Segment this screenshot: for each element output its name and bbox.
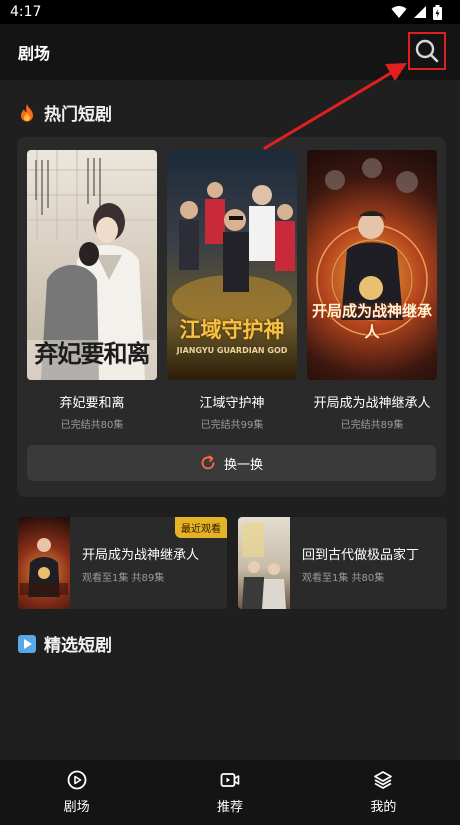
featured-section-title: 精选短剧 [44,636,112,656]
recent-watch-card[interactable]: 回到古代做极品家丁 观看至1集 共80集 [238,517,447,609]
nav-label: 推荐 [216,800,243,815]
featured-section-header: 精选短剧 [18,631,112,656]
refresh-icon [201,455,215,470]
nav-item-mine[interactable]: 我的 [307,760,460,825]
drama-poster[interactable]: 弃妃要和离 [27,150,157,380]
content-area: 热门短剧 弃妃要和离 弃妃要和离 已完结共80集 江域守护神 JIANGYU G… [0,80,460,760]
poster-title: 开局成为战神继承人 [311,302,432,341]
poster-subtitle: JIANGYU GUARDIAN GOD [176,346,288,355]
thumbnail-art [20,538,68,597]
recent-watch-card[interactable]: 开局成为战神继承人 观看至1集 共89集 最近观看 [18,517,227,609]
hot-section-title: 热门短剧 [44,105,112,125]
poster-art [316,158,428,336]
thumbnail-art [242,523,286,609]
drama-episodes: 已完结共80集 [60,420,124,431]
play-circle-icon [67,770,87,790]
hot-section-header: 热门短剧 [18,100,112,125]
recent-watch-badge: 最近观看 [175,517,227,538]
wifi-icon [391,6,407,19]
play-icon [18,634,36,653]
flame-icon [21,103,33,121]
poster-title: 江域守护神 [179,318,285,342]
signal-icon [414,6,426,18]
drama-episodes: 已完结共89集 [340,420,404,431]
drama-name[interactable]: 江域守护神 [157,392,307,411]
drama-episodes: 已完结共99集 [200,420,264,431]
nav-label: 我的 [370,800,397,815]
battery-icon [433,4,442,20]
app-bar: 剧场 [0,24,460,80]
page-title: 剧场 [18,44,51,63]
recent-progress: 观看至1集 共89集 [82,573,165,584]
layers-icon [374,771,393,789]
bottom-nav: 剧场 推荐 我的 [0,760,460,825]
drama-name[interactable]: 弃妃要和离 [17,392,167,411]
poster-title: 弃妃要和离 [34,339,151,368]
nav-item-recommend[interactable]: 推荐 [153,760,306,825]
search-button[interactable] [408,32,446,70]
recent-progress: 观看至1集 共80集 [302,573,385,584]
recent-title: 开局成为战神继承人 [82,548,200,563]
search-icon [415,39,439,63]
video-icon [220,773,240,787]
drama-name[interactable]: 开局成为战神继承人 [297,392,447,411]
refresh-label: 换一换 [223,457,263,473]
nav-item-theater[interactable]: 剧场 [0,760,153,825]
nav-label: 剧场 [63,800,90,815]
drama-poster[interactable]: 开局成为战神继承人 [307,150,437,380]
drama-poster[interactable]: 江域守护神 JIANGYU GUARDIAN GOD [167,150,297,380]
recent-thumbnail [18,517,70,609]
status-bar: 4:17 [0,0,460,24]
status-time: 4:17 [10,4,42,20]
refresh-button[interactable]: 换一换 [27,445,436,481]
status-icons [391,4,442,20]
hot-dramas-panel: 弃妃要和离 弃妃要和离 已完结共80集 江域守护神 JIANGYU GUARDI… [17,137,446,497]
recent-title: 回到古代做极品家丁 [302,548,420,563]
recent-thumbnail [238,517,290,609]
